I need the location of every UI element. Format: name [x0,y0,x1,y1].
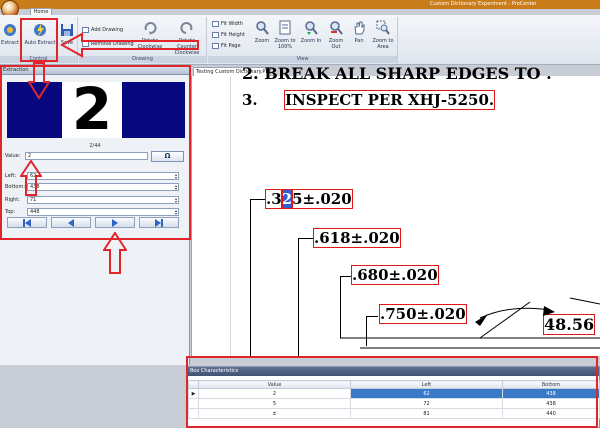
highlight-grid-panel [186,356,598,428]
zoom-in-icon [305,21,318,35]
down-arrow-icon [28,62,50,100]
ribbon-group-view: Fit Width Fit Height Fit Page Zoom Zoom … [208,17,398,63]
magnifier-icon [256,21,269,35]
fit-width-button[interactable]: Fit Width [212,21,243,27]
fit-page-button[interactable]: Fit Page [212,43,241,49]
zoom-area-icon [376,20,390,35]
pointer-arrow-icon [60,32,199,58]
up-arrow-icon [20,160,42,196]
fit-page-icon [212,43,219,49]
drawing-geometry [340,297,600,349]
note-line-3-text: INSPECT PER XHJ-5250. [283,90,496,110]
note-line-3-number: 3. [242,91,258,109]
group-label-view: View [208,56,397,63]
window-title: Custom Dictionary Experiment - ProCenter [430,1,537,7]
extract-button[interactable]: Extract [0,22,20,46]
leader-line [340,276,352,277]
zoom-100-button[interactable]: Zoom to 100% [272,20,298,50]
extension-line [298,238,299,356]
dimension-680: .680±.020 [351,265,439,285]
selected-character[interactable]: 2 [280,189,294,209]
fit-height-icon [212,32,219,38]
note-line-2: 2. BREAK ALL SHARP EDGES TO . [242,64,552,83]
highlight-auto-extract [20,18,58,62]
page-margin [230,76,231,356]
dimension-325: .325±.020 [265,189,353,209]
zoom-out-icon [330,21,343,35]
fit-height-button[interactable]: Fit Height [212,32,245,38]
extension-line [250,199,251,356]
leader-line [250,199,266,200]
page-icon [279,20,291,35]
zoom-area-button[interactable]: Zoom to Area [370,20,396,50]
fit-width-icon [212,21,219,27]
pan-button[interactable]: Pan [350,20,368,44]
dimension-618: .618±.020 [313,228,401,248]
up-arrow-icon [103,232,127,274]
zoom-out-button[interactable]: Zoom Out [324,20,348,50]
leader-line [298,238,314,239]
hand-icon [354,21,365,35]
extract-icon [4,24,16,36]
zoom-button[interactable]: Zoom [252,20,272,44]
zoom-in-button[interactable]: Zoom In [300,20,322,44]
